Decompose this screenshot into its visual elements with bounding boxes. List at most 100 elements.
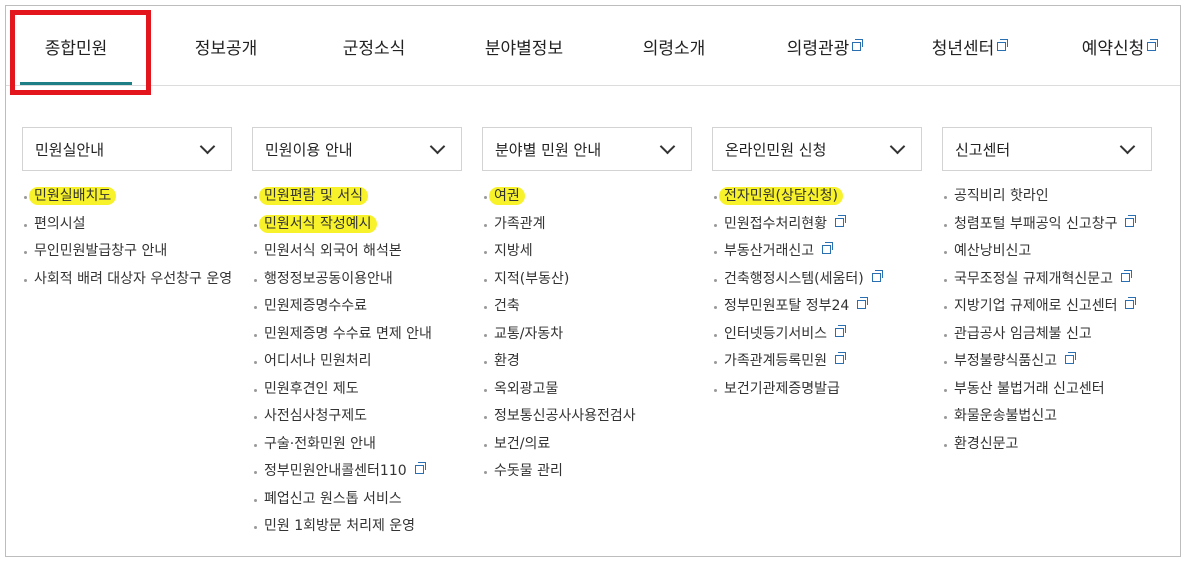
submenu-item[interactable]: 민원제증명수수료 xyxy=(252,293,462,321)
submenu-item-label: 폐업신고 원스톱 서비스 xyxy=(264,490,402,507)
submenu-item-label: 부동산 불법거래 신고센터 xyxy=(954,380,1105,397)
submenu-item[interactable]: 편의시설 xyxy=(22,211,232,239)
submenu-item[interactable]: 교통/자동차 xyxy=(482,321,692,349)
category-title: 분야별 민원 안내 xyxy=(495,140,602,159)
nav-item-4[interactable]: 의령소개 xyxy=(604,6,744,86)
mega-menu-panel: 종합민원 정보공개 군정소식 분야별정보 의령소개 의령관광 청년센터 예약신청 민원실안내 민… xyxy=(5,5,1181,557)
submenu-item[interactable]: 가족관계 xyxy=(482,211,692,239)
nav-item-2[interactable]: 군정소식 xyxy=(304,6,444,86)
submenu-item[interactable]: 민원서식 외국어 해석본 xyxy=(252,238,462,266)
submenu-item-label: 민원실배치도 xyxy=(29,187,117,205)
submenu-item[interactable]: 정부민원안내콜센터110 xyxy=(252,458,462,486)
submenu-item-label: 사회적 배려 대상자 우선창구 운영 xyxy=(34,270,233,287)
submenu-item[interactable]: 폐업신고 원스톱 서비스 xyxy=(252,486,462,514)
submenu-item-label: 환경신문고 xyxy=(954,435,1019,452)
nav-item-label: 종합민원 xyxy=(44,38,108,59)
nav-item-label: 분야별정보 xyxy=(484,38,564,59)
submenu-item[interactable]: 민원실배치도 xyxy=(22,183,232,211)
submenu-item-label: 민원서식 외국어 해석본 xyxy=(264,243,402,259)
external-link-icon xyxy=(414,462,426,474)
menu-column: 민원실안내민원실배치도편의시설무인민원발급창구 안내사회적 배려 대상자 우선창… xyxy=(22,127,232,293)
nav-item-1[interactable]: 정보공개 xyxy=(156,6,296,86)
category-dropdown[interactable]: 온라인민원 신청 xyxy=(712,127,922,171)
submenu-item[interactable]: 민원서식 작성예시 xyxy=(252,211,462,239)
submenu-item-label: 수돗물 관리 xyxy=(494,463,563,479)
submenu-item[interactable]: 보건기관제증명발급 xyxy=(712,376,922,404)
chevron-down-icon xyxy=(889,138,906,154)
submenu-item[interactable]: 화물운송불법신고 xyxy=(942,403,1152,431)
menu-column: 분야별 민원 안내여권가족관계 지방세 지적(부동산) 건축교통/자동차환경옥외광고물… xyxy=(482,127,692,486)
submenu-item[interactable]: 여권 xyxy=(482,183,692,211)
submenu-item[interactable]: 민원편람 및 서식 xyxy=(252,183,462,211)
submenu-item[interactable]: 사전심사청구제도 xyxy=(252,403,462,431)
submenu-item[interactable]: 민원제증명 수수료 면제 안내 xyxy=(252,321,462,349)
submenu-item[interactable]: 국무조정실 규제개혁신문고 xyxy=(942,266,1152,294)
submenu-item[interactable]: 청렴포털 부패공익 신고창구 xyxy=(942,211,1152,239)
submenu-item-label: 교통/자동차 xyxy=(494,325,564,342)
submenu-item[interactable]: 지방세 xyxy=(482,238,692,266)
submenu-item[interactable]: 사회적 배려 대상자 우선창구 운영 xyxy=(22,266,232,294)
nav-item-3[interactable]: 분야별정보 xyxy=(454,6,594,86)
category-dropdown[interactable]: 민원이용 안내 xyxy=(252,127,462,171)
submenu-item[interactable]: 민원후견인 제도 xyxy=(252,376,462,404)
submenu-item[interactable]: 민원 1회방문 처리제 운영 xyxy=(252,513,462,541)
submenu-item[interactable]: 환경신문고 xyxy=(942,431,1152,459)
submenu-item[interactable]: 부동산 불법거래 신고센터 xyxy=(942,376,1152,404)
chevron-down-icon xyxy=(1119,138,1136,154)
submenu-item-label: 구술·전화민원 안내 xyxy=(264,435,376,452)
submenu-list: 민원편람 및 서식민원서식 작성예시민원서식 외국어 해석본행정정보공동이용안내… xyxy=(252,183,462,541)
submenu-item[interactable]: 옥외광고물 xyxy=(482,376,692,404)
nav-item-0[interactable]: 종합민원 xyxy=(6,6,146,86)
submenu-item[interactable]: 환경 xyxy=(482,348,692,376)
submenu-item[interactable]: 인터넷등기서비스 xyxy=(712,321,922,349)
submenu-item[interactable]: 건축 xyxy=(482,293,692,321)
submenu-item[interactable]: 구술·전화민원 안내 xyxy=(252,431,462,459)
submenu-item[interactable]: 공직비리 핫라인 xyxy=(942,183,1152,211)
nav-item-5[interactable]: 의령관광 xyxy=(754,6,894,86)
submenu-item[interactable]: 무인민원발급창구 안내 xyxy=(22,238,232,266)
nav-item-label: 예약신청 xyxy=(1081,38,1145,59)
submenu-item[interactable]: 민원접수처리현황 xyxy=(712,211,922,239)
submenu-item[interactable]: 부동산거래신고 xyxy=(712,238,922,266)
submenu-item-label: 민원편람 및 서식 xyxy=(259,187,369,205)
submenu-item[interactable]: 정부민원포탈 정부24 xyxy=(712,293,922,321)
submenu-item[interactable]: 전자민원(상담신청) xyxy=(712,183,922,211)
submenu-item-label: 민원접수처리현황 xyxy=(724,215,828,232)
submenu-item-label: 여권 xyxy=(489,187,525,205)
submenu-item[interactable]: 관급공사 임금체불 신고 xyxy=(942,321,1152,349)
category-dropdown[interactable]: 분야별 민원 안내 xyxy=(482,127,692,171)
category-dropdown[interactable]: 신고센터 xyxy=(942,127,1152,171)
submenu-item[interactable]: 수돗물 관리 xyxy=(482,458,692,486)
submenu-item[interactable]: 지방기업 규제애로 신고센터 xyxy=(942,293,1152,321)
submenu-item-label: 어디서나 민원처리 xyxy=(264,353,372,369)
submenu-item[interactable]: 가족관계등록민원 xyxy=(712,348,922,376)
category-title: 온라인민원 신청 xyxy=(725,140,827,159)
external-link-icon xyxy=(852,38,864,51)
submenu-item-label: 민원후견인 제도 xyxy=(264,380,359,397)
submenu-item[interactable]: 예산낭비신고 xyxy=(942,238,1152,266)
menu-column: 신고센터공직비리 핫라인 청렴포털 부패공익 신고창구 예산낭비신고국무조정실 규제… xyxy=(942,127,1152,458)
nav-item-6[interactable]: 청년센터 xyxy=(899,6,1039,86)
submenu-item[interactable]: 지적(부동산) xyxy=(482,266,692,294)
submenu-item-label: 지방기업 규제애로 신고센터 xyxy=(954,298,1118,314)
external-link-icon xyxy=(1121,269,1133,282)
submenu-item-label: 민원서식 작성예시 xyxy=(259,214,377,233)
submenu-item-label: 환경 xyxy=(494,353,520,369)
nav-item-label: 의령소개 xyxy=(642,38,706,59)
submenu-item[interactable]: 행정정보공동이용안내 xyxy=(252,266,462,294)
submenu-item-label: 국무조정실 규제개혁신문고 xyxy=(954,270,1114,287)
submenu-item[interactable]: 부정불량식품신고 xyxy=(942,348,1152,376)
category-dropdown[interactable]: 민원실안내 xyxy=(22,127,232,171)
submenu-item[interactable]: 정보통신공사사용전검사 xyxy=(482,403,692,431)
external-link-icon xyxy=(822,242,834,254)
nav-item-7[interactable]: 예약신청 xyxy=(1049,6,1188,86)
external-link-icon xyxy=(835,352,847,364)
submenu-item[interactable]: 어디서나 민원처리 xyxy=(252,348,462,376)
chevron-down-icon xyxy=(199,138,216,154)
submenu-item-label: 건축 xyxy=(494,298,520,314)
menu-column: 민원이용 안내민원편람 및 서식민원서식 작성예시민원서식 외국어 해석본행정정… xyxy=(252,127,462,541)
submenu-item-label: 편의시설 xyxy=(34,215,86,232)
submenu-item[interactable]: 건축행정시스템(세움터) xyxy=(712,266,922,294)
submenu-item-label: 부동산거래신고 xyxy=(724,243,815,259)
submenu-item[interactable]: 보건/의료 xyxy=(482,431,692,459)
